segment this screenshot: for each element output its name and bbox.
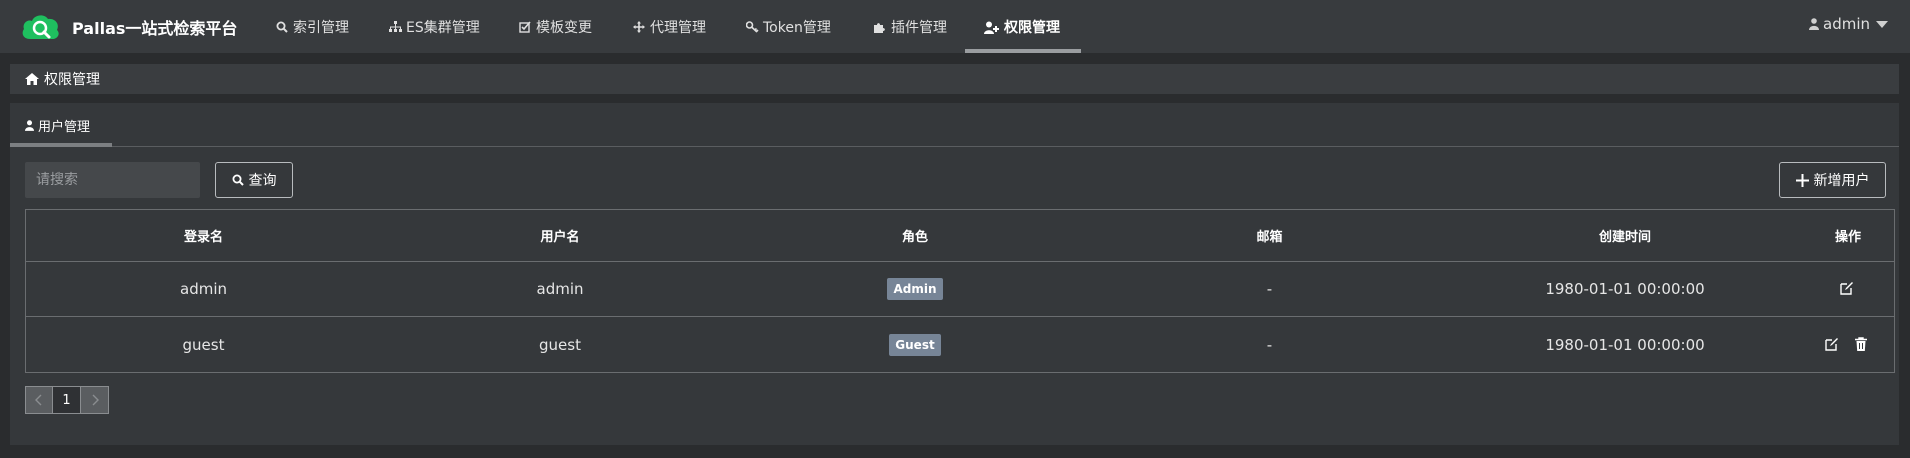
chevron-left-icon — [35, 394, 42, 406]
tab-active-indicator — [10, 143, 112, 147]
query-button[interactable]: 查询 — [215, 162, 293, 198]
nav-item-label: 权限管理 — [1004, 20, 1060, 36]
column-header-created[interactable]: 创建时间 — [1448, 210, 1802, 261]
user-table: 登录名 用户名 角色 邮箱 创建时间 操作 admin admin Admin … — [25, 209, 1895, 373]
prev-page-button[interactable] — [25, 386, 53, 414]
search-icon — [275, 20, 289, 34]
column-header-username[interactable]: 用户名 — [381, 210, 739, 261]
chevron-right-icon — [92, 394, 99, 406]
cell-login: guest — [182, 335, 225, 354]
cell-role: Guest — [739, 317, 1091, 372]
main-panel: 用户管理 查询 新增用户 登录名 用户名 角色 邮箱 创建时间 操作 admin… — [10, 103, 1899, 445]
user-name: admin — [1823, 15, 1870, 33]
tab-user-management[interactable]: 用户管理 — [10, 103, 112, 147]
query-button-label: 查询 — [248, 173, 277, 189]
home-icon[interactable] — [25, 73, 39, 85]
edit-icon[interactable] — [1825, 337, 1841, 353]
key-icon — [745, 20, 759, 34]
cell-created: 1980-01-01 00:00:00 — [1545, 335, 1705, 354]
puzzle-icon — [873, 20, 887, 34]
user-icon — [25, 119, 34, 131]
sitemap-icon — [388, 20, 402, 34]
nav-item-label: 索引管理 — [293, 20, 349, 36]
brand-name: Pallas一站式检索平台 — [72, 19, 238, 38]
user-menu[interactable]: admin — [1809, 0, 1888, 48]
add-user-button-label: 新增用户 — [1813, 173, 1870, 189]
cell-username: guest — [539, 335, 581, 354]
add-user-button[interactable]: 新增用户 — [1779, 162, 1886, 198]
cell-actions — [1802, 317, 1894, 372]
brand[interactable]: Pallas一站式检索平台 — [20, 9, 237, 45]
nav-item-label: 代理管理 — [650, 20, 706, 36]
breadcrumb-label: 权限管理 — [44, 72, 100, 88]
search-input[interactable] — [25, 162, 200, 198]
cell-created: 1980-01-01 00:00:00 — [1545, 280, 1705, 298]
user-icon — [1809, 18, 1819, 30]
nav-item-template[interactable]: 模板变更 — [518, 0, 592, 54]
nav-item-label: 模板变更 — [536, 20, 592, 36]
pagination: 1 — [25, 386, 109, 414]
cell-email: - — [1266, 280, 1273, 298]
table-header-row: 登录名 用户名 角色 邮箱 创建时间 操作 — [26, 210, 1894, 262]
search-icon — [232, 174, 244, 186]
checkbox-icon — [518, 20, 532, 34]
cell-login: admin — [180, 280, 227, 298]
cell-username: admin — [536, 280, 584, 298]
table-row: admin admin Admin - 1980-01-01 00:00:00 — [26, 262, 1894, 317]
edit-icon[interactable] — [1840, 281, 1856, 297]
role-badge: Admin — [887, 278, 943, 300]
column-header-login[interactable]: 登录名 — [26, 210, 381, 261]
cell-email: - — [1266, 335, 1273, 354]
trash-icon[interactable] — [1855, 336, 1871, 353]
cell-actions — [1802, 262, 1894, 316]
page-number-button[interactable]: 1 — [53, 386, 81, 414]
tab-label: 用户管理 — [38, 119, 91, 135]
tab-strip: 用户管理 — [10, 103, 1899, 147]
column-header-email[interactable]: 邮箱 — [1091, 210, 1448, 261]
cell-role: Admin — [739, 262, 1091, 316]
arrows-icon — [632, 20, 646, 34]
role-badge: Guest — [889, 333, 941, 356]
user-plus-icon — [984, 20, 1000, 34]
table-row: guest guest Guest - 1980-01-01 00:00:00 — [26, 317, 1894, 372]
plus-icon — [1795, 173, 1809, 187]
nav-item-proxy[interactable]: 代理管理 — [632, 0, 706, 54]
caret-down-icon — [1876, 20, 1888, 28]
column-header-actions: 操作 — [1834, 230, 1861, 245]
nav-item-index[interactable]: 索引管理 — [275, 0, 349, 54]
logo-icon — [22, 15, 59, 39]
nav-item-label: ES集群管理 — [406, 20, 480, 36]
nav-item-label: Token管理 — [763, 20, 831, 36]
nav-item-token[interactable]: Token管理 — [745, 0, 831, 54]
top-navbar: Pallas一站式检索平台 索引管理 ES集群管理 模板变更 代理管理 Toke… — [0, 0, 1910, 54]
nav-item-permission[interactable]: 权限管理 — [984, 0, 1060, 54]
breadcrumb: 权限管理 — [10, 64, 1899, 94]
nav-active-indicator — [965, 49, 1081, 53]
column-header-role[interactable]: 角色 — [739, 210, 1091, 261]
nav-item-label: 插件管理 — [891, 20, 947, 36]
nav-item-plugin[interactable]: 插件管理 — [873, 0, 947, 54]
next-page-button[interactable] — [81, 386, 109, 414]
nav-item-es-cluster[interactable]: ES集群管理 — [388, 0, 480, 54]
